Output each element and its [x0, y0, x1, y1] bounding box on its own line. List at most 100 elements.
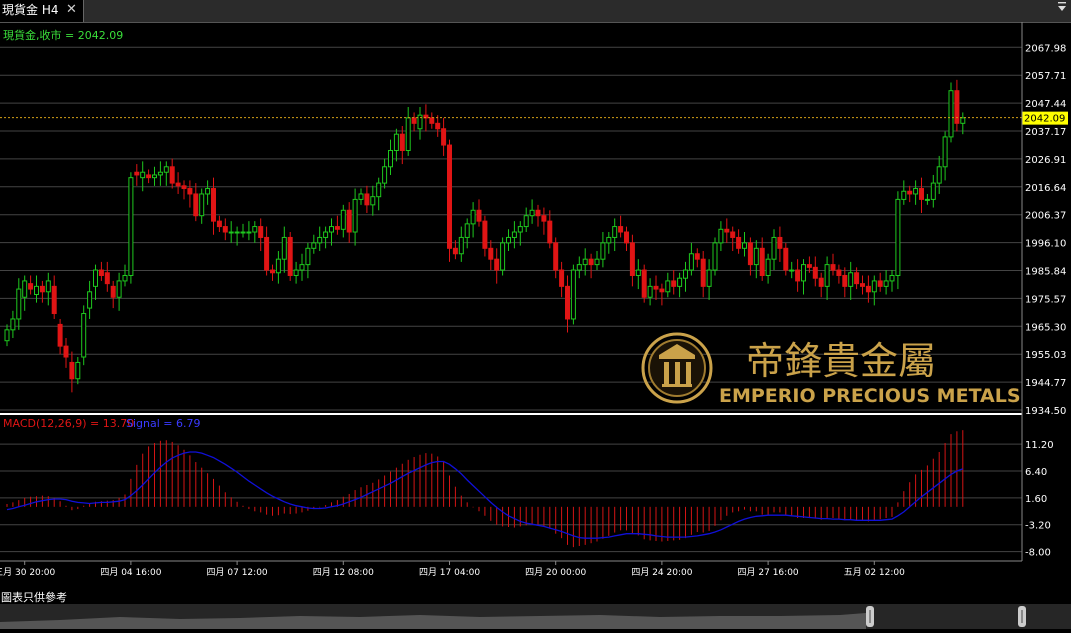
candle-body: [128, 177, 134, 276]
candle-body: [193, 193, 199, 217]
candle: [411, 112, 417, 132]
chart-canvas[interactable]: 2067.98 2057.71 2047.44 2037.17 2026.91 2016.…: [0, 22, 1071, 602]
candle: [618, 215, 624, 238]
candle-body: [712, 242, 718, 271]
candle-body: [63, 345, 69, 358]
candle-body: [429, 117, 435, 124]
macd-tick-label: -3.20: [1025, 521, 1051, 532]
candle-body: [287, 236, 293, 276]
candle-body: [730, 231, 736, 238]
price-tick-label: 1996.10: [1025, 239, 1066, 250]
candle: [730, 226, 736, 252]
candle: [883, 270, 889, 295]
candle-body: [559, 269, 565, 287]
time-axis: 三月 30 20:00 四月 04 16:00 四月 07 12:00 四月 12 0…: [0, 567, 905, 578]
candle-body: [618, 226, 624, 233]
candle-body: [818, 277, 824, 287]
candle-body: [765, 258, 771, 276]
candle: [323, 226, 329, 249]
candle: [51, 275, 57, 319]
candle: [653, 275, 659, 300]
candle: [759, 237, 765, 281]
candle-body: [659, 288, 665, 293]
signal-line: [6, 451, 964, 539]
candle-body: [706, 269, 712, 287]
candle-body: [234, 231, 240, 234]
candle: [718, 221, 724, 252]
candle-body: [340, 209, 346, 230]
time-tick-label: 五月 02 12:00: [844, 567, 905, 578]
price-tick-label: 1965.30: [1025, 322, 1066, 333]
candle-body: [665, 280, 671, 293]
candle: [547, 210, 553, 249]
candle-body: [948, 90, 954, 138]
candle-body: [913, 188, 919, 195]
candle: [417, 107, 423, 140]
candle-body: [116, 280, 122, 298]
tab-bar: 現貨金 H4 ✕: [0, 0, 1071, 23]
candle-body: [653, 285, 659, 290]
candle: [836, 264, 842, 284]
candle: [889, 270, 895, 292]
candle: [199, 188, 205, 224]
candle-body: [69, 361, 75, 380]
candle: [842, 267, 848, 298]
candle-body: [299, 264, 305, 271]
candle-body: [447, 144, 452, 249]
candle-body: [452, 247, 458, 255]
time-tick-label: 四月 04 16:00: [100, 567, 161, 578]
candle: [228, 221, 234, 243]
price-tick-label: 1975.57: [1025, 294, 1066, 305]
candle: [824, 256, 830, 300]
candle: [81, 305, 87, 366]
time-tick-label: 四月 20 00:00: [525, 567, 586, 578]
candle-body: [104, 272, 110, 285]
scrollbar-right-handle[interactable]: [1018, 606, 1026, 627]
candle-body: [317, 236, 323, 244]
candle-body: [134, 171, 140, 176]
time-tick-label: 四月 27 16:00: [738, 567, 799, 578]
candle: [635, 259, 641, 290]
candle-body: [901, 190, 907, 200]
candle-body: [919, 188, 924, 200]
candle: [87, 280, 93, 319]
candle: [795, 259, 801, 292]
candle-body: [671, 280, 677, 287]
candle-body: [45, 280, 51, 293]
candle: [659, 283, 665, 306]
candle: [134, 164, 140, 186]
chart-scrollbar[interactable]: [0, 604, 1071, 629]
price-tick-label: 1985.84: [1025, 266, 1066, 277]
candle: [388, 139, 393, 175]
time-tick-label: 三月 30 20:00: [0, 567, 56, 578]
price-tick-label: 2047.44: [1025, 99, 1066, 110]
candle: [104, 261, 110, 292]
candle-body: [157, 171, 163, 176]
price-tick-label: 1944.77: [1025, 378, 1066, 389]
candle-body: [34, 285, 39, 296]
price-tick-label: 2006.37: [1025, 211, 1066, 222]
candle-body: [812, 266, 818, 279]
candle-body: [205, 188, 211, 195]
candle-body: [323, 231, 329, 238]
candle-body: [570, 269, 576, 320]
candle-body: [936, 166, 942, 184]
candle: [45, 272, 51, 306]
scrollbar-left-handle[interactable]: [866, 606, 874, 627]
close-icon[interactable]: ✕: [66, 0, 77, 20]
candle-body: [140, 171, 146, 179]
candle-body: [51, 285, 57, 315]
candle-body: [281, 236, 287, 260]
candle: [535, 204, 541, 227]
candle-body: [647, 285, 653, 298]
candle-body: [877, 280, 883, 287]
candle-body: [470, 209, 476, 225]
candle: [281, 226, 287, 273]
candle-body: [612, 226, 618, 238]
candle-body: [747, 242, 753, 266]
candle: [311, 234, 317, 254]
tab-spot-gold-h4[interactable]: 現貨金 H4 ✕: [0, 0, 84, 22]
candle: [175, 172, 181, 194]
candle-body: [163, 166, 169, 173]
menu-arrow-icon[interactable]: [1057, 1, 1067, 16]
